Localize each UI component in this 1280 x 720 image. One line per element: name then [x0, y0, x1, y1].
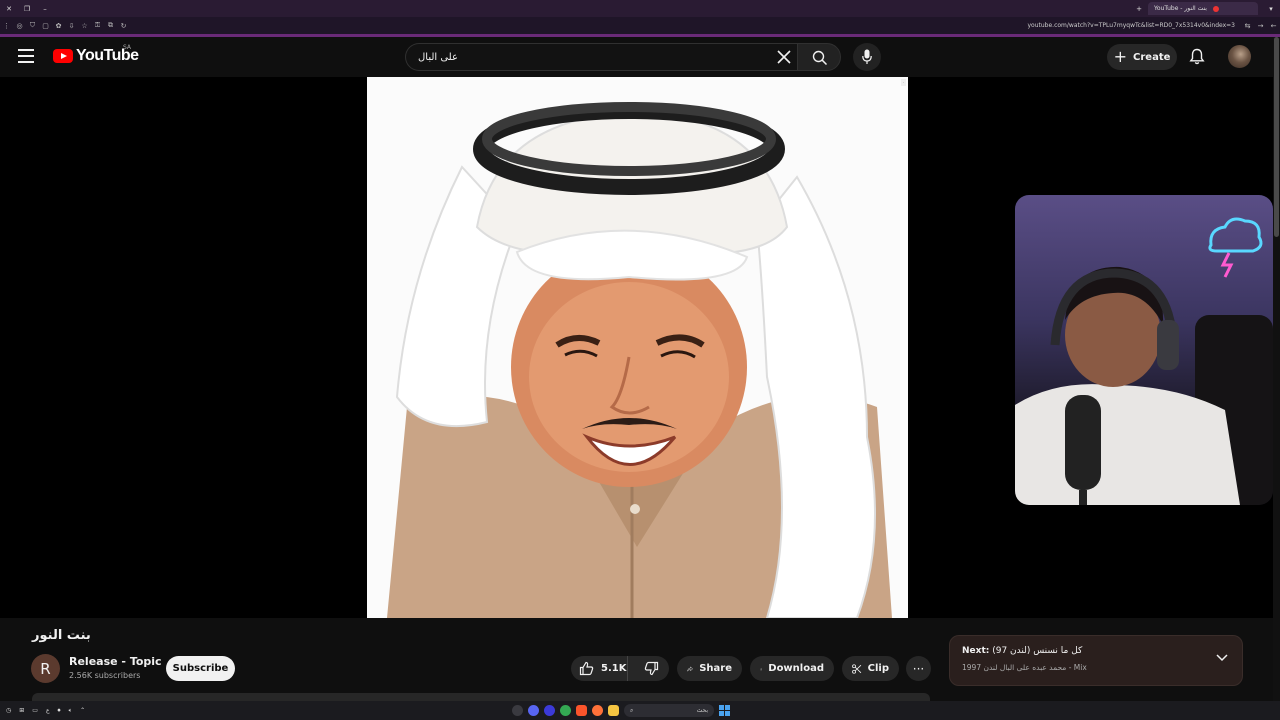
browser-tab-youtube[interactable]: YouTube - بنت النور — [1148, 2, 1258, 15]
chrome-icon[interactable] — [560, 705, 571, 716]
taskbar-search-text: بحث — [696, 707, 708, 714]
restore-window-icon[interactable]: ❐ — [18, 5, 36, 13]
minimize-window-icon[interactable]: – — [36, 5, 54, 13]
reload-icon[interactable]: ↻ — [117, 22, 130, 30]
search-input[interactable] — [406, 44, 766, 70]
page-scrollbar[interactable] — [1273, 37, 1280, 705]
wallet-icon[interactable]: ◎ — [13, 22, 26, 30]
file-explorer-icon[interactable] — [608, 705, 619, 716]
search-icon — [812, 50, 828, 66]
thumbs-down-icon — [644, 661, 658, 676]
webcam-overlay — [1015, 195, 1273, 505]
chevron-down-icon[interactable] — [1216, 654, 1228, 662]
dislike-button[interactable] — [634, 661, 669, 676]
address-url[interactable]: youtube.com/watch?v=TPLu7myqwTc&list=RD0… — [1028, 22, 1236, 29]
battery-icon[interactable]: ▭ — [32, 707, 38, 714]
taskbar-apps: بحث ⌕ — [512, 703, 730, 718]
download-icon — [760, 667, 763, 670]
subscribe-button[interactable]: Subscribe — [166, 656, 235, 681]
browser-address-bar: ⋮ ◎ ⛉ ▢ ✿ ⇩ ☆ ⚿ ⧉ ↻ youtube.com/watch?v=… — [0, 17, 1280, 34]
youtube-header: YouTube SA + Create — [0, 37, 1280, 77]
image-watermark: · — [900, 79, 906, 86]
download-button[interactable]: Download — [750, 656, 834, 681]
singer-portrait-graphic — [367, 77, 908, 618]
channel-avatar[interactable]: R — [31, 654, 60, 683]
key-icon[interactable]: ⚿ — [91, 21, 104, 30]
microphone-icon — [862, 49, 872, 64]
more-actions-button[interactable]: ··· — [906, 656, 931, 681]
download-label: Download — [768, 663, 824, 674]
next-prefix: Next: — [962, 646, 990, 656]
search-button[interactable] — [797, 43, 841, 71]
browser-tab-bar: ✕ ❐ – + YouTube - بنت النور ▾ — [0, 0, 1280, 17]
like-count: 5.1K — [601, 663, 627, 674]
next-video-subtitle: محمد عبده على البال لندن 1997 - Mix — [962, 663, 1087, 672]
mic-tray-icon[interactable]: ⏺ — [58, 707, 61, 715]
video-player[interactable]: · — [0, 77, 1280, 618]
bookmark-star-icon[interactable]: ☆ — [78, 22, 91, 30]
search-box — [405, 43, 797, 71]
volume-icon[interactable]: 🔈︎ — [69, 707, 73, 715]
youtube-play-icon — [53, 49, 73, 63]
youtube-favicon-icon — [1212, 5, 1219, 12]
discord-icon[interactable] — [528, 705, 539, 716]
clock-icon[interactable]: ◷ — [6, 707, 11, 714]
tab-icon[interactable]: ▢ — [39, 22, 52, 30]
windows-start-icon[interactable] — [719, 705, 730, 716]
system-tray: ◷ ⊞ ▭ ع ⏺ 🔈︎ ⌃ — [6, 701, 85, 720]
language-icon[interactable]: ع — [46, 707, 50, 714]
next-video-line: Next: كل ما نسنس (لندن 97) — [962, 646, 1082, 656]
webcam-scene-graphic — [1015, 217, 1273, 505]
app-icon[interactable] — [544, 705, 555, 716]
country-code: SA — [123, 44, 132, 51]
os-taskbar: ◷ ⊞ ▭ ع ⏺ 🔈︎ ⌃ بحث ⌕ — [0, 701, 1280, 720]
plus-icon: + — [1113, 47, 1128, 66]
notifications-bell-icon[interactable] — [1189, 48, 1205, 65]
copilot-icon[interactable] — [512, 705, 523, 716]
site-settings-icon[interactable]: ⇆ — [1241, 22, 1254, 30]
firefox-icon[interactable] — [592, 705, 603, 716]
subscriber-count: 2.56K subscribers — [69, 671, 141, 680]
clip-button[interactable]: Clip — [842, 656, 899, 681]
scissors-icon — [852, 663, 862, 674]
account-avatar[interactable] — [1228, 45, 1251, 68]
create-button[interactable]: + Create — [1107, 44, 1177, 70]
guide-menu-icon[interactable] — [18, 49, 34, 63]
channel-name[interactable]: Release - Topic — [69, 655, 162, 668]
taskbar-search-icon: ⌕ — [630, 706, 634, 714]
like-dislike-group: 5.1K — [571, 656, 669, 681]
thumbs-up-icon — [579, 661, 594, 676]
menu-icon[interactable]: ⋮ — [0, 22, 13, 30]
network-icon[interactable]: ⊞ — [19, 707, 24, 714]
video-title: بنت النور — [32, 628, 91, 643]
voice-search-button[interactable] — [853, 43, 881, 71]
description-box[interactable] — [32, 693, 930, 701]
clip-label: Clip — [867, 663, 889, 674]
tray-chevron-icon[interactable]: ⌃ — [80, 707, 85, 714]
tab-list-chevron-icon[interactable]: ▾ — [1262, 5, 1280, 13]
shield-icon[interactable]: ⛉ — [26, 21, 39, 30]
share-page-icon[interactable]: ⧉ — [104, 21, 117, 30]
up-next-card[interactable]: Next: كل ما نسنس (لندن 97) محمد عبده على… — [949, 635, 1243, 686]
scrollbar-thumb[interactable] — [1274, 37, 1279, 237]
clear-search-icon[interactable] — [775, 48, 793, 66]
back-icon[interactable]: ← — [1267, 22, 1280, 30]
tab-title: YouTube - بنت النور — [1154, 5, 1207, 12]
download-icon[interactable]: ⇩ — [65, 22, 78, 30]
youtube-logo[interactable]: YouTube SA — [53, 44, 139, 65]
share-button[interactable]: Share — [677, 656, 742, 681]
create-label: Create — [1133, 51, 1171, 63]
forward-icon[interactable]: → — [1254, 22, 1267, 30]
share-label: Share — [699, 663, 732, 674]
like-button[interactable]: 5.1K — [571, 656, 628, 681]
extension-icon[interactable]: ✿ — [52, 22, 65, 30]
brave-icon[interactable] — [576, 705, 587, 716]
video-thumbnail-image: · — [367, 77, 908, 618]
new-tab-icon[interactable]: + — [1130, 5, 1148, 13]
next-video-title: كل ما نسنس (لندن 97) — [992, 646, 1083, 656]
taskbar-search[interactable]: بحث ⌕ — [624, 704, 714, 717]
share-arrow-icon — [687, 665, 693, 671]
close-window-icon[interactable]: ✕ — [0, 5, 18, 13]
